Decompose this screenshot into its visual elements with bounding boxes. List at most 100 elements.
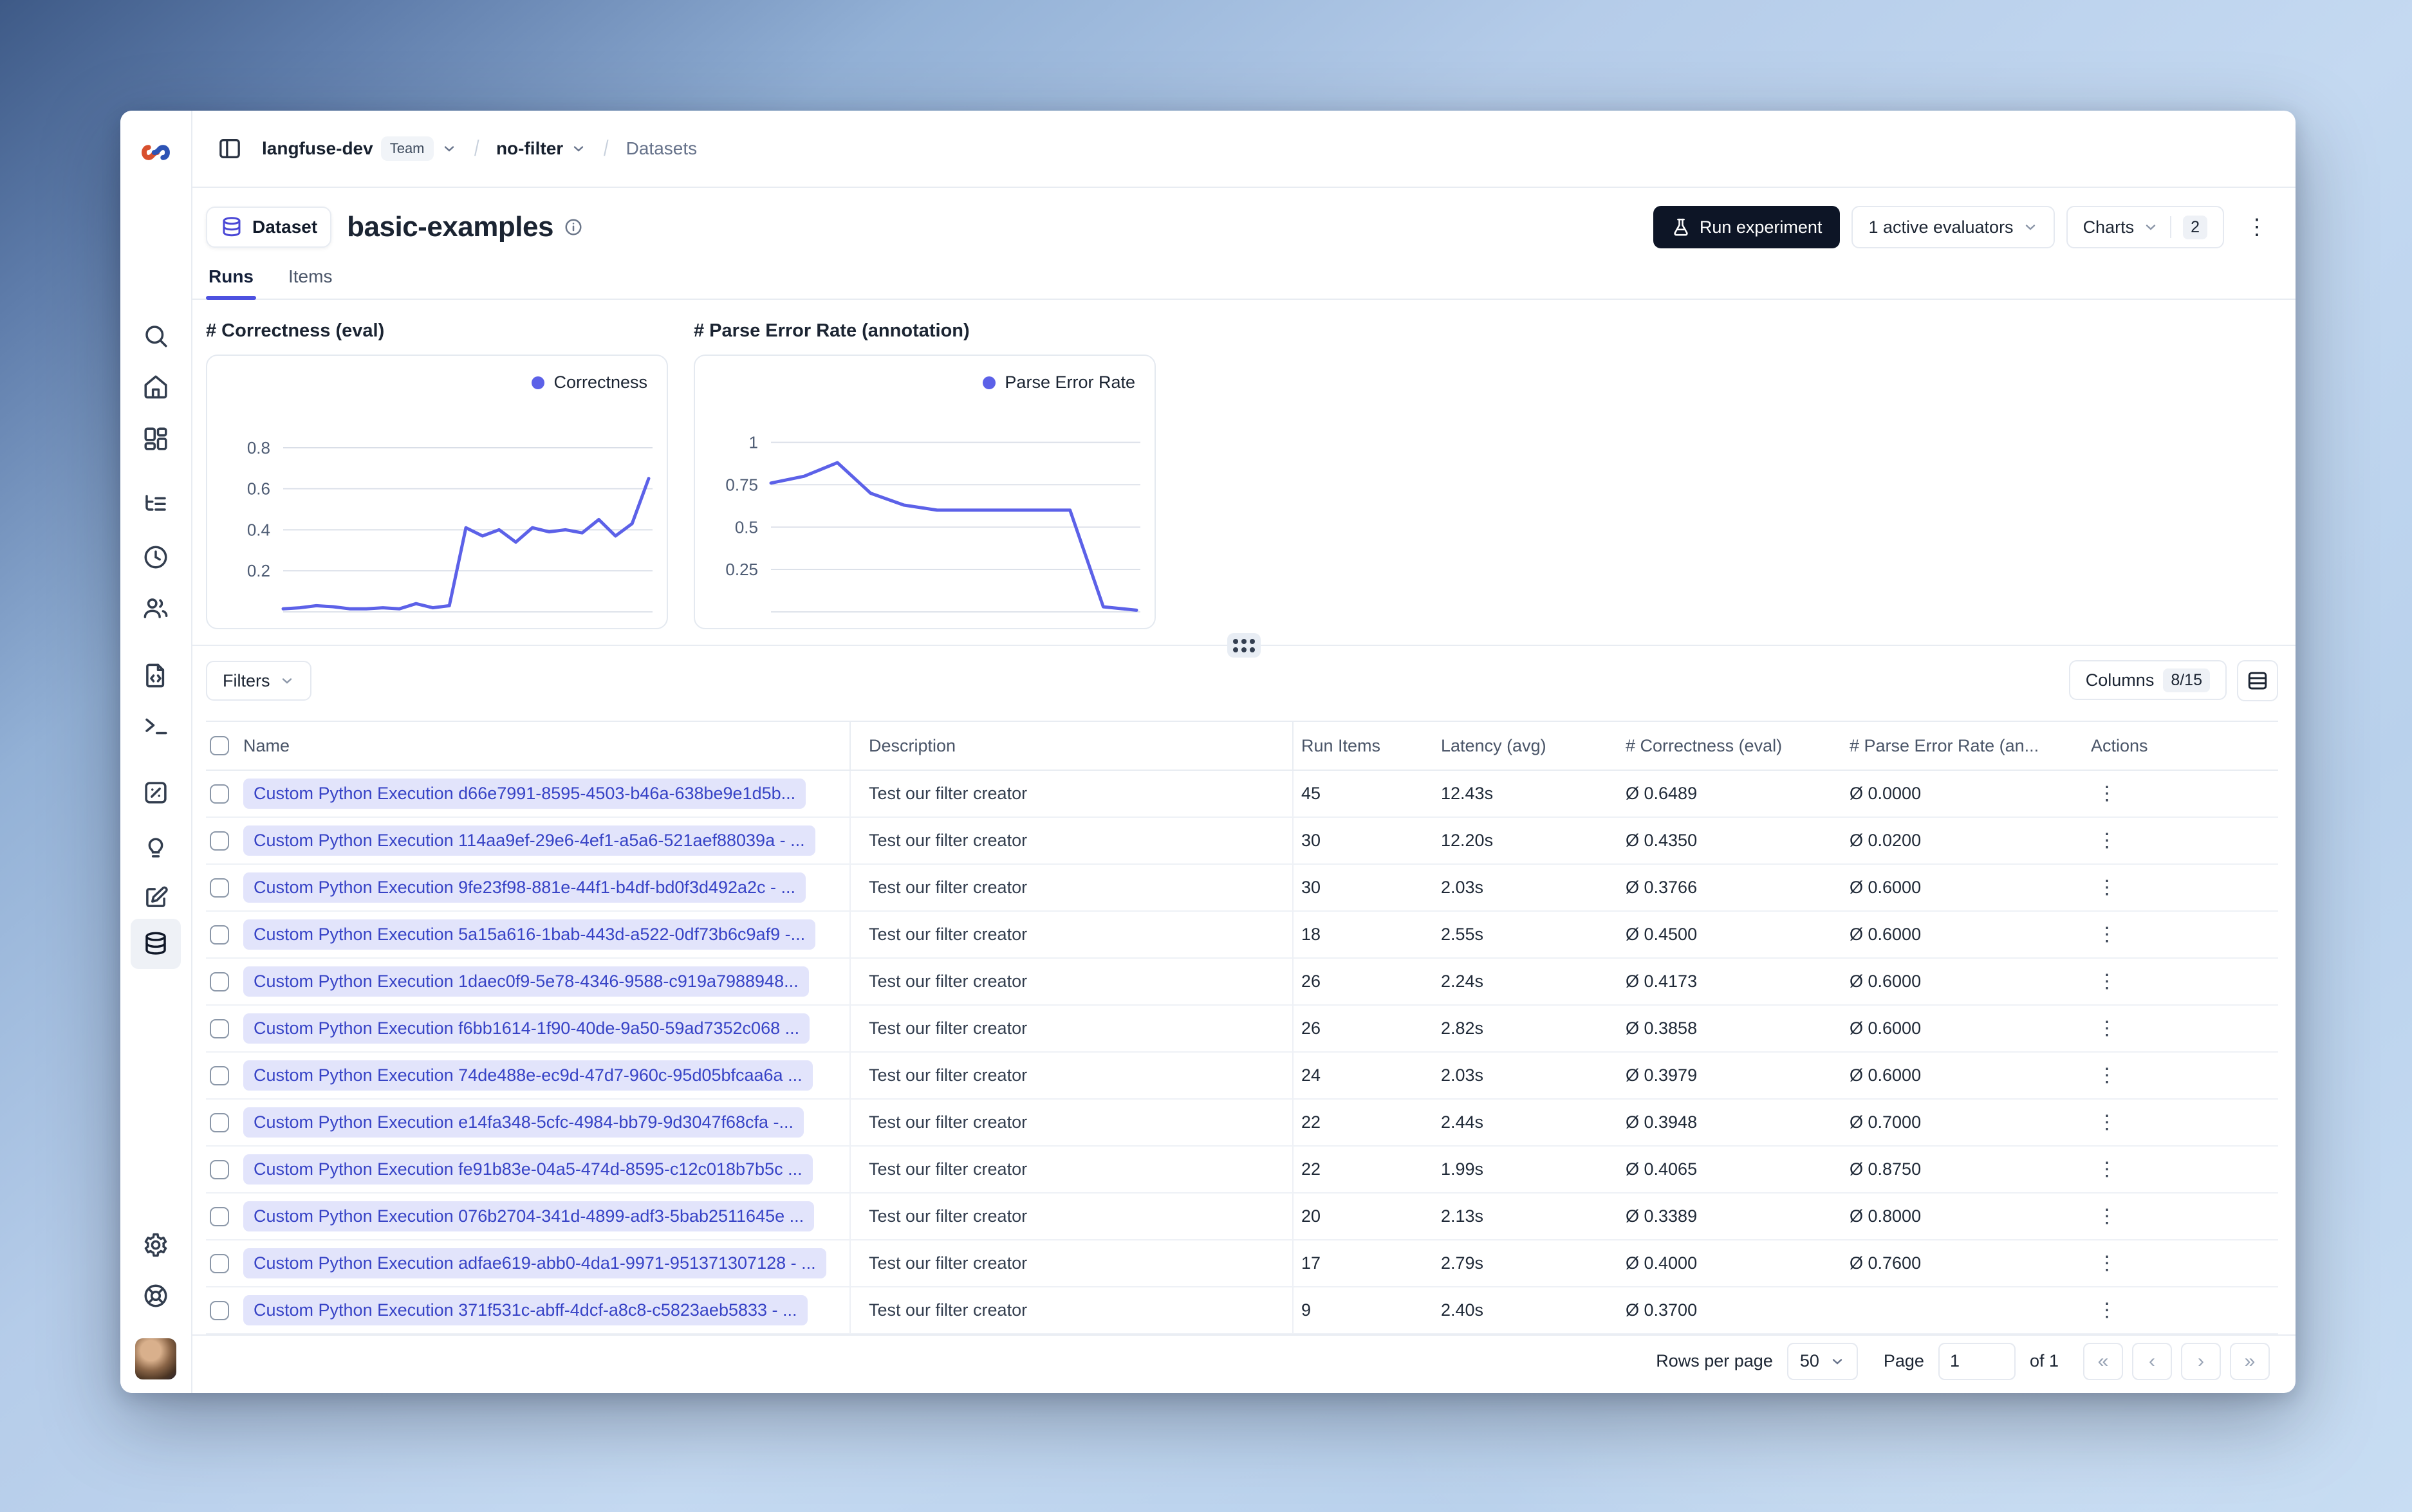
row-actions-kebab-icon[interactable]: ⋮ xyxy=(2091,825,2123,857)
run-items-value: 26 xyxy=(1301,1019,1321,1038)
column-header-actions: Actions xyxy=(2091,735,2148,755)
row-actions-kebab-icon[interactable]: ⋮ xyxy=(2091,1295,2123,1327)
correctness-value: Ø 0.3766 xyxy=(1626,878,1698,897)
run-name-link[interactable]: Custom Python Execution 371f531c-abff-4d… xyxy=(243,1295,808,1325)
breadcrumb-project[interactable]: no-filter xyxy=(496,138,586,159)
tab-runs[interactable]: Runs xyxy=(206,260,256,300)
next-page-button[interactable]: › xyxy=(2181,1342,2221,1380)
app-window: langfuse-dev Team / no-filter / Datasets… xyxy=(120,111,2296,1393)
row-actions-kebab-icon[interactable]: ⋮ xyxy=(2091,1248,2123,1280)
table-header-row: Name Description Run Items Latency (avg)… xyxy=(206,722,2278,771)
row-checkbox[interactable] xyxy=(210,1159,229,1179)
run-items-value: 9 xyxy=(1301,1300,1312,1320)
chart-parse-error-rate: # Parse Error Rate (annotation) 0.25 0.5 0… xyxy=(694,320,1156,629)
table-toolbar: Filters Columns 8/15 xyxy=(206,660,2278,701)
row-actions-kebab-icon[interactable]: ⋮ xyxy=(2091,1154,2123,1186)
run-name-link[interactable]: Custom Python Execution fe91b83e-04a5-47… xyxy=(243,1154,813,1185)
run-experiment-button[interactable]: Run experiment xyxy=(1653,206,1841,248)
run-name-link[interactable]: Custom Python Execution 9fe23f98-881e-44… xyxy=(243,872,806,903)
row-height-button[interactable] xyxy=(2237,660,2278,701)
table-row: Custom Python Execution 74de488e-ec9d-47… xyxy=(206,1053,2278,1100)
parse-error-value: Ø 0.6000 xyxy=(1850,925,1922,944)
active-evaluators-button[interactable]: 1 active evaluators xyxy=(1851,206,2055,248)
sidebar-support-icon[interactable] xyxy=(138,1278,174,1314)
column-header-run-items: Run Items xyxy=(1301,735,1381,755)
columns-button[interactable]: Columns 8/15 xyxy=(2068,660,2227,700)
breadcrumb-section[interactable]: Datasets xyxy=(626,138,698,159)
table-row: Custom Python Execution d66e7991-8595-45… xyxy=(206,771,2278,818)
chevron-down-icon xyxy=(1832,1358,1842,1365)
latency-value: 2.40s xyxy=(1441,1300,1484,1320)
rows-per-page-select[interactable]: 50 xyxy=(1786,1342,1858,1380)
charts-button[interactable]: Charts 2 xyxy=(2066,206,2224,248)
run-description: Test our filter creator xyxy=(851,1147,1294,1192)
row-checkbox[interactable] xyxy=(210,1300,229,1320)
run-name-link[interactable]: Custom Python Execution 114aa9ef-29e6-4e… xyxy=(243,825,815,856)
sidebar-home-icon[interactable] xyxy=(138,369,174,405)
sidebar-sessions-icon[interactable] xyxy=(138,539,174,575)
row-checkbox[interactable] xyxy=(210,1019,229,1038)
chevron-down-icon xyxy=(2025,225,2035,230)
page-number-input[interactable] xyxy=(1938,1342,2016,1380)
sidebar-search-icon[interactable] xyxy=(138,318,174,354)
select-all-checkbox[interactable] xyxy=(210,736,229,755)
row-checkbox[interactable] xyxy=(210,1253,229,1273)
previous-page-button[interactable]: ‹ xyxy=(2132,1342,2172,1380)
correctness-value: Ø 0.4065 xyxy=(1626,1159,1698,1179)
run-name-link[interactable]: Custom Python Execution adfae619-abb0-4d… xyxy=(243,1248,826,1278)
run-name-link[interactable]: Custom Python Execution 74de488e-ec9d-47… xyxy=(243,1060,813,1091)
row-checkbox[interactable] xyxy=(210,925,229,945)
drag-handle[interactable] xyxy=(1227,633,1261,658)
row-actions-kebab-icon[interactable]: ⋮ xyxy=(2091,1107,2123,1139)
row-checkbox[interactable] xyxy=(210,831,229,851)
row-actions-kebab-icon[interactable]: ⋮ xyxy=(2091,919,2123,951)
breadcrumb-org[interactable]: langfuse-dev Team xyxy=(262,136,457,161)
info-icon[interactable] xyxy=(564,217,583,237)
row-actions-kebab-icon[interactable]: ⋮ xyxy=(2091,1013,2123,1045)
run-name-link[interactable]: Custom Python Execution 1daec0f9-5e78-43… xyxy=(243,966,809,997)
sidebar-tracing-icon[interactable] xyxy=(138,487,174,523)
breadcrumb-separator: / xyxy=(474,136,479,161)
row-checkbox[interactable] xyxy=(210,1065,229,1085)
row-actions-kebab-icon[interactable]: ⋮ xyxy=(2091,872,2123,904)
pagination-bar: Rows per page 50 Page of 1 « ‹ › » xyxy=(192,1334,2296,1387)
chart-card: 0.2 0.4 0.6 0.8 Correctness xyxy=(206,355,668,629)
sidebar-prompts-icon[interactable] xyxy=(138,658,174,694)
row-actions-kebab-icon[interactable]: ⋮ xyxy=(2091,966,2123,998)
sidebar-datasets-icon[interactable] xyxy=(131,919,181,969)
first-page-button[interactable]: « xyxy=(2083,1342,2123,1380)
column-header-latency: Latency (avg) xyxy=(1441,735,1546,755)
page-title: basic-examples xyxy=(347,211,553,243)
run-name-link[interactable]: Custom Python Execution e14fa348-5cfc-49… xyxy=(243,1107,804,1138)
filters-button[interactable]: Filters xyxy=(206,661,311,701)
sidebar-settings-icon[interactable] xyxy=(138,1227,174,1263)
run-name-link[interactable]: Custom Python Execution 076b2704-341d-48… xyxy=(243,1201,815,1231)
tab-items[interactable]: Items xyxy=(286,260,335,299)
row-actions-kebab-icon[interactable]: ⋮ xyxy=(2091,1201,2123,1233)
langfuse-logo-icon xyxy=(137,134,174,171)
row-checkbox[interactable] xyxy=(210,878,229,898)
sidebar-users-icon[interactable] xyxy=(138,590,174,626)
run-name-link[interactable]: Custom Python Execution 5a15a616-1bab-44… xyxy=(243,919,816,950)
row-actions-kebab-icon[interactable]: ⋮ xyxy=(2091,1060,2123,1092)
last-page-button[interactable]: » xyxy=(2230,1342,2270,1380)
row-checkbox[interactable] xyxy=(210,972,229,991)
sidebar-evaluation-icon[interactable] xyxy=(138,775,174,811)
sidebar-annotation-icon[interactable] xyxy=(138,880,174,916)
table-row: Custom Python Execution 1daec0f9-5e78-43… xyxy=(206,959,2278,1006)
sidebar-toggle-icon[interactable] xyxy=(214,133,245,164)
org-name: langfuse-dev xyxy=(262,138,373,158)
user-avatar[interactable] xyxy=(135,1338,176,1379)
run-name-link[interactable]: Custom Python Execution f6bb1614-1f90-40… xyxy=(243,1013,810,1044)
more-actions-button[interactable]: ⋮ xyxy=(2236,206,2278,248)
row-actions-kebab-icon[interactable]: ⋮ xyxy=(2091,778,2123,810)
row-checkbox[interactable] xyxy=(210,1206,229,1226)
sidebar-dashboard-icon[interactable] xyxy=(138,421,174,457)
row-checkbox[interactable] xyxy=(210,784,229,804)
sidebar-insights-icon[interactable] xyxy=(138,829,174,865)
table-row: Custom Python Execution adfae619-abb0-4d… xyxy=(206,1240,2278,1287)
sidebar-playground-icon[interactable] xyxy=(138,708,174,744)
row-checkbox[interactable] xyxy=(210,1112,229,1132)
svg-text:0.6: 0.6 xyxy=(247,479,270,499)
run-name-link[interactable]: Custom Python Execution d66e7991-8595-45… xyxy=(243,779,806,809)
